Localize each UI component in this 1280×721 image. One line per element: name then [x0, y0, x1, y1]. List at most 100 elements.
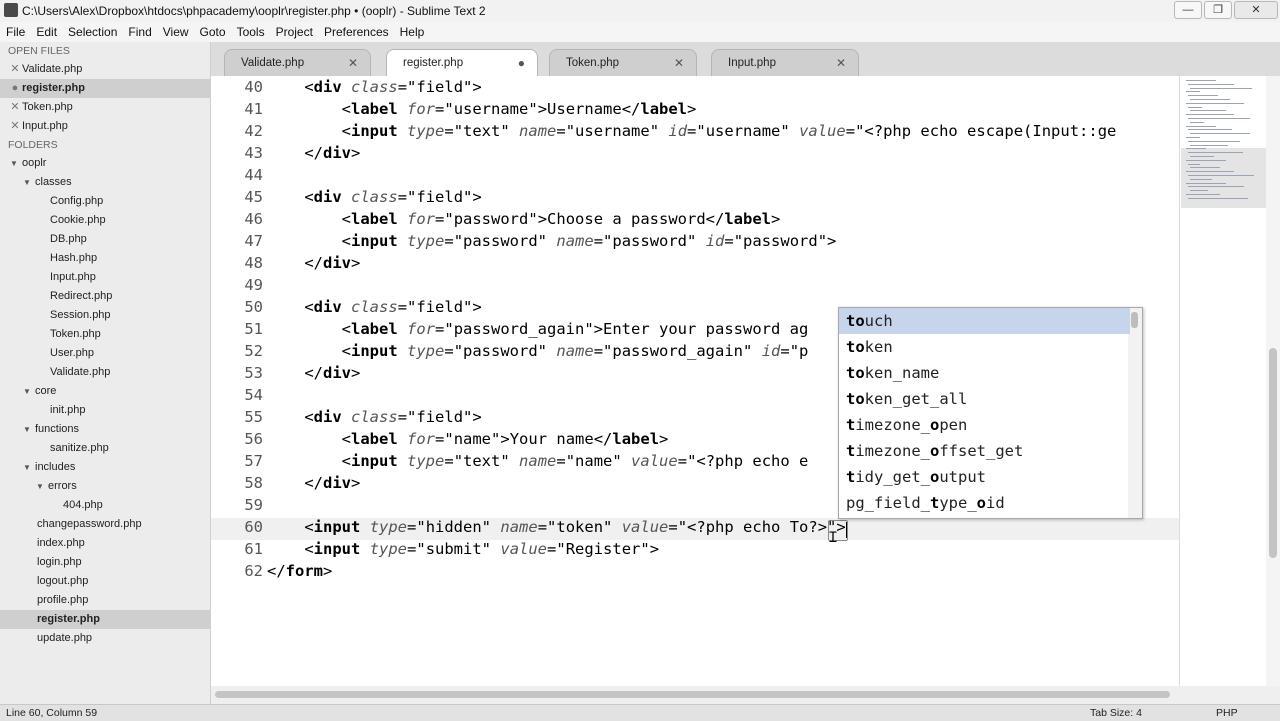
autocomplete-item[interactable]: token_get_all — [839, 386, 1130, 412]
file-item[interactable]: Redirect.php — [0, 287, 210, 306]
tab-register[interactable]: register.php ● — [386, 49, 538, 77]
unsaved-dot-icon[interactable]: ● — [8, 79, 22, 98]
file-item[interactable]: Cookie.php — [0, 211, 210, 230]
file-item[interactable]: User.php — [0, 344, 210, 363]
vertical-scrollbar[interactable] — [1266, 76, 1280, 686]
file-item[interactable]: register.php — [0, 610, 210, 629]
minimize-button[interactable]: — — [1174, 1, 1202, 19]
code-line[interactable]: <input type="password" name="password" i… — [267, 232, 837, 250]
file-item[interactable]: index.php — [0, 534, 210, 553]
open-file-item[interactable]: ● register.php — [0, 79, 210, 98]
folder-expanded-triangle-icon[interactable]: ▼ — [10, 154, 22, 173]
maximize-button[interactable]: ❐ — [1204, 1, 1232, 19]
close-icon[interactable]: ✕ — [8, 60, 22, 79]
folder-expanded-triangle-icon[interactable]: ▼ — [23, 420, 35, 439]
code-line[interactable]: </div> — [267, 364, 360, 382]
autocomplete-item[interactable]: token — [839, 334, 1130, 360]
code-line[interactable]: <input type="hidden" name="token" value=… — [267, 518, 845, 536]
tab-close-icon[interactable]: ✕ — [674, 56, 684, 70]
file-item[interactable]: DB.php — [0, 230, 210, 249]
file-item[interactable]: 404.php — [0, 496, 210, 515]
code-line[interactable]: <input type="submit" value="Register"> — [267, 540, 659, 558]
menu-find[interactable]: Find — [122, 22, 156, 39]
file-label: profile.php — [37, 594, 89, 606]
menu-goto[interactable]: Goto — [194, 22, 231, 39]
file-item[interactable]: Validate.php — [0, 363, 210, 382]
file-item[interactable]: changepassword.php — [0, 515, 210, 534]
syntax-indicator[interactable]: PHP — [1216, 707, 1238, 719]
autocomplete-item[interactable]: pg_field_type_oid — [839, 490, 1130, 516]
file-item[interactable]: Input.php — [0, 268, 210, 287]
folder-label: core — [35, 385, 57, 397]
menu-preferences[interactable]: Preferences — [318, 22, 394, 39]
file-item[interactable]: Hash.php — [0, 249, 210, 268]
open-file-item[interactable]: ✕ Input.php — [0, 117, 210, 136]
vertical-scroll-thumb[interactable] — [1269, 348, 1277, 558]
open-file-item[interactable]: ✕ Validate.php — [0, 60, 210, 79]
file-item[interactable]: init.php — [0, 401, 210, 420]
folder-item[interactable]: ▼ errors — [0, 477, 210, 496]
file-item[interactable]: sanitize.php — [0, 439, 210, 458]
code-line[interactable]: <div class="field"> — [267, 408, 481, 426]
menu-bar: File Edit Selection Find View Goto Tools Projec… — [0, 22, 1280, 42]
autocomplete-item[interactable]: timezone_open — [839, 412, 1130, 438]
file-item[interactable]: update.php — [0, 629, 210, 648]
tab-input[interactable]: Input.php ✕ — [711, 49, 859, 77]
code-line[interactable]: <div class="field"> — [267, 188, 481, 206]
close-button[interactable]: ✕ — [1234, 1, 1278, 19]
folder-item[interactable]: ▼ includes — [0, 458, 210, 477]
autocomplete-item[interactable]: token_name — [839, 360, 1130, 386]
menu-tools[interactable]: Tools — [231, 22, 270, 39]
folder-item[interactable]: ▼ classes — [0, 173, 210, 192]
unsaved-dot-icon[interactable]: ● — [518, 56, 525, 70]
folder-expanded-triangle-icon[interactable]: ▼ — [36, 477, 48, 496]
sublime-app-icon — [4, 3, 18, 17]
close-icon[interactable]: ✕ — [8, 98, 22, 117]
code-line[interactable]: </div> — [267, 474, 360, 492]
file-item[interactable]: Config.php — [0, 192, 210, 211]
menu-project[interactable]: Project — [270, 22, 318, 39]
menu-selection[interactable]: Selection — [62, 22, 122, 39]
horizontal-scrollbar[interactable] — [211, 686, 1280, 704]
code-line[interactable]: <label for="username">Username</label> — [267, 100, 697, 118]
menu-edit[interactable]: Edit — [30, 22, 62, 39]
folder-expanded-triangle-icon[interactable]: ▼ — [23, 382, 35, 401]
file-item[interactable]: Session.php — [0, 306, 210, 325]
file-item[interactable]: Token.php — [0, 325, 210, 344]
code-line[interactable]: <div class="field"> — [267, 298, 481, 316]
autocomplete-item[interactable]: touch — [839, 308, 1130, 334]
file-item[interactable]: profile.php — [0, 591, 210, 610]
menu-file[interactable]: File — [0, 22, 30, 39]
file-item[interactable]: login.php — [0, 553, 210, 572]
folder-expanded-triangle-icon[interactable]: ▼ — [23, 458, 35, 477]
code-line[interactable]: </div> — [267, 144, 360, 162]
code-line[interactable]: <input type="text" name="username" id="u… — [267, 122, 1117, 140]
file-item[interactable]: logout.php — [0, 572, 210, 591]
code-line[interactable]: <label for="name">Your name</label> — [267, 430, 669, 448]
close-icon[interactable]: ✕ — [8, 117, 22, 136]
autocomplete-item[interactable]: timezone_offset_get — [839, 438, 1130, 464]
open-file-item[interactable]: ✕ Token.php — [0, 98, 210, 117]
tab-validate[interactable]: Validate.php ✕ — [224, 49, 371, 77]
code-line[interactable]: <label for="password_again">Enter your p… — [267, 320, 809, 338]
code-line[interactable]: <div class="field"> — [267, 78, 481, 96]
tab-close-icon[interactable]: ✕ — [836, 56, 846, 70]
horizontal-scroll-thumb[interactable] — [215, 691, 1170, 698]
code-line[interactable]: </form> — [267, 562, 332, 580]
folder-item[interactable]: ▼ ooplr — [0, 154, 210, 173]
folder-item[interactable]: ▼ functions — [0, 420, 210, 439]
autocomplete-scroll-thumb[interactable] — [1131, 312, 1138, 328]
folder-item[interactable]: ▼ core — [0, 382, 210, 401]
folder-expanded-triangle-icon[interactable]: ▼ — [23, 173, 35, 192]
minimap[interactable] — [1179, 76, 1266, 686]
code-line[interactable]: </div> — [267, 254, 360, 272]
menu-view[interactable]: View — [157, 22, 194, 39]
code-line[interactable]: <input type="password" name="password_ag… — [267, 342, 809, 360]
menu-help[interactable]: Help — [394, 22, 430, 39]
tab-token[interactable]: Token.php ✕ — [549, 49, 697, 77]
autocomplete-item[interactable]: tidy_get_output — [839, 464, 1130, 490]
tab-size-indicator[interactable]: Tab Size: 4 — [1090, 707, 1142, 719]
tab-close-icon[interactable]: ✕ — [348, 56, 358, 70]
autocomplete-scrollbar[interactable] — [1128, 308, 1142, 518]
code-line[interactable]: <label for="password">Choose a password<… — [267, 210, 781, 228]
